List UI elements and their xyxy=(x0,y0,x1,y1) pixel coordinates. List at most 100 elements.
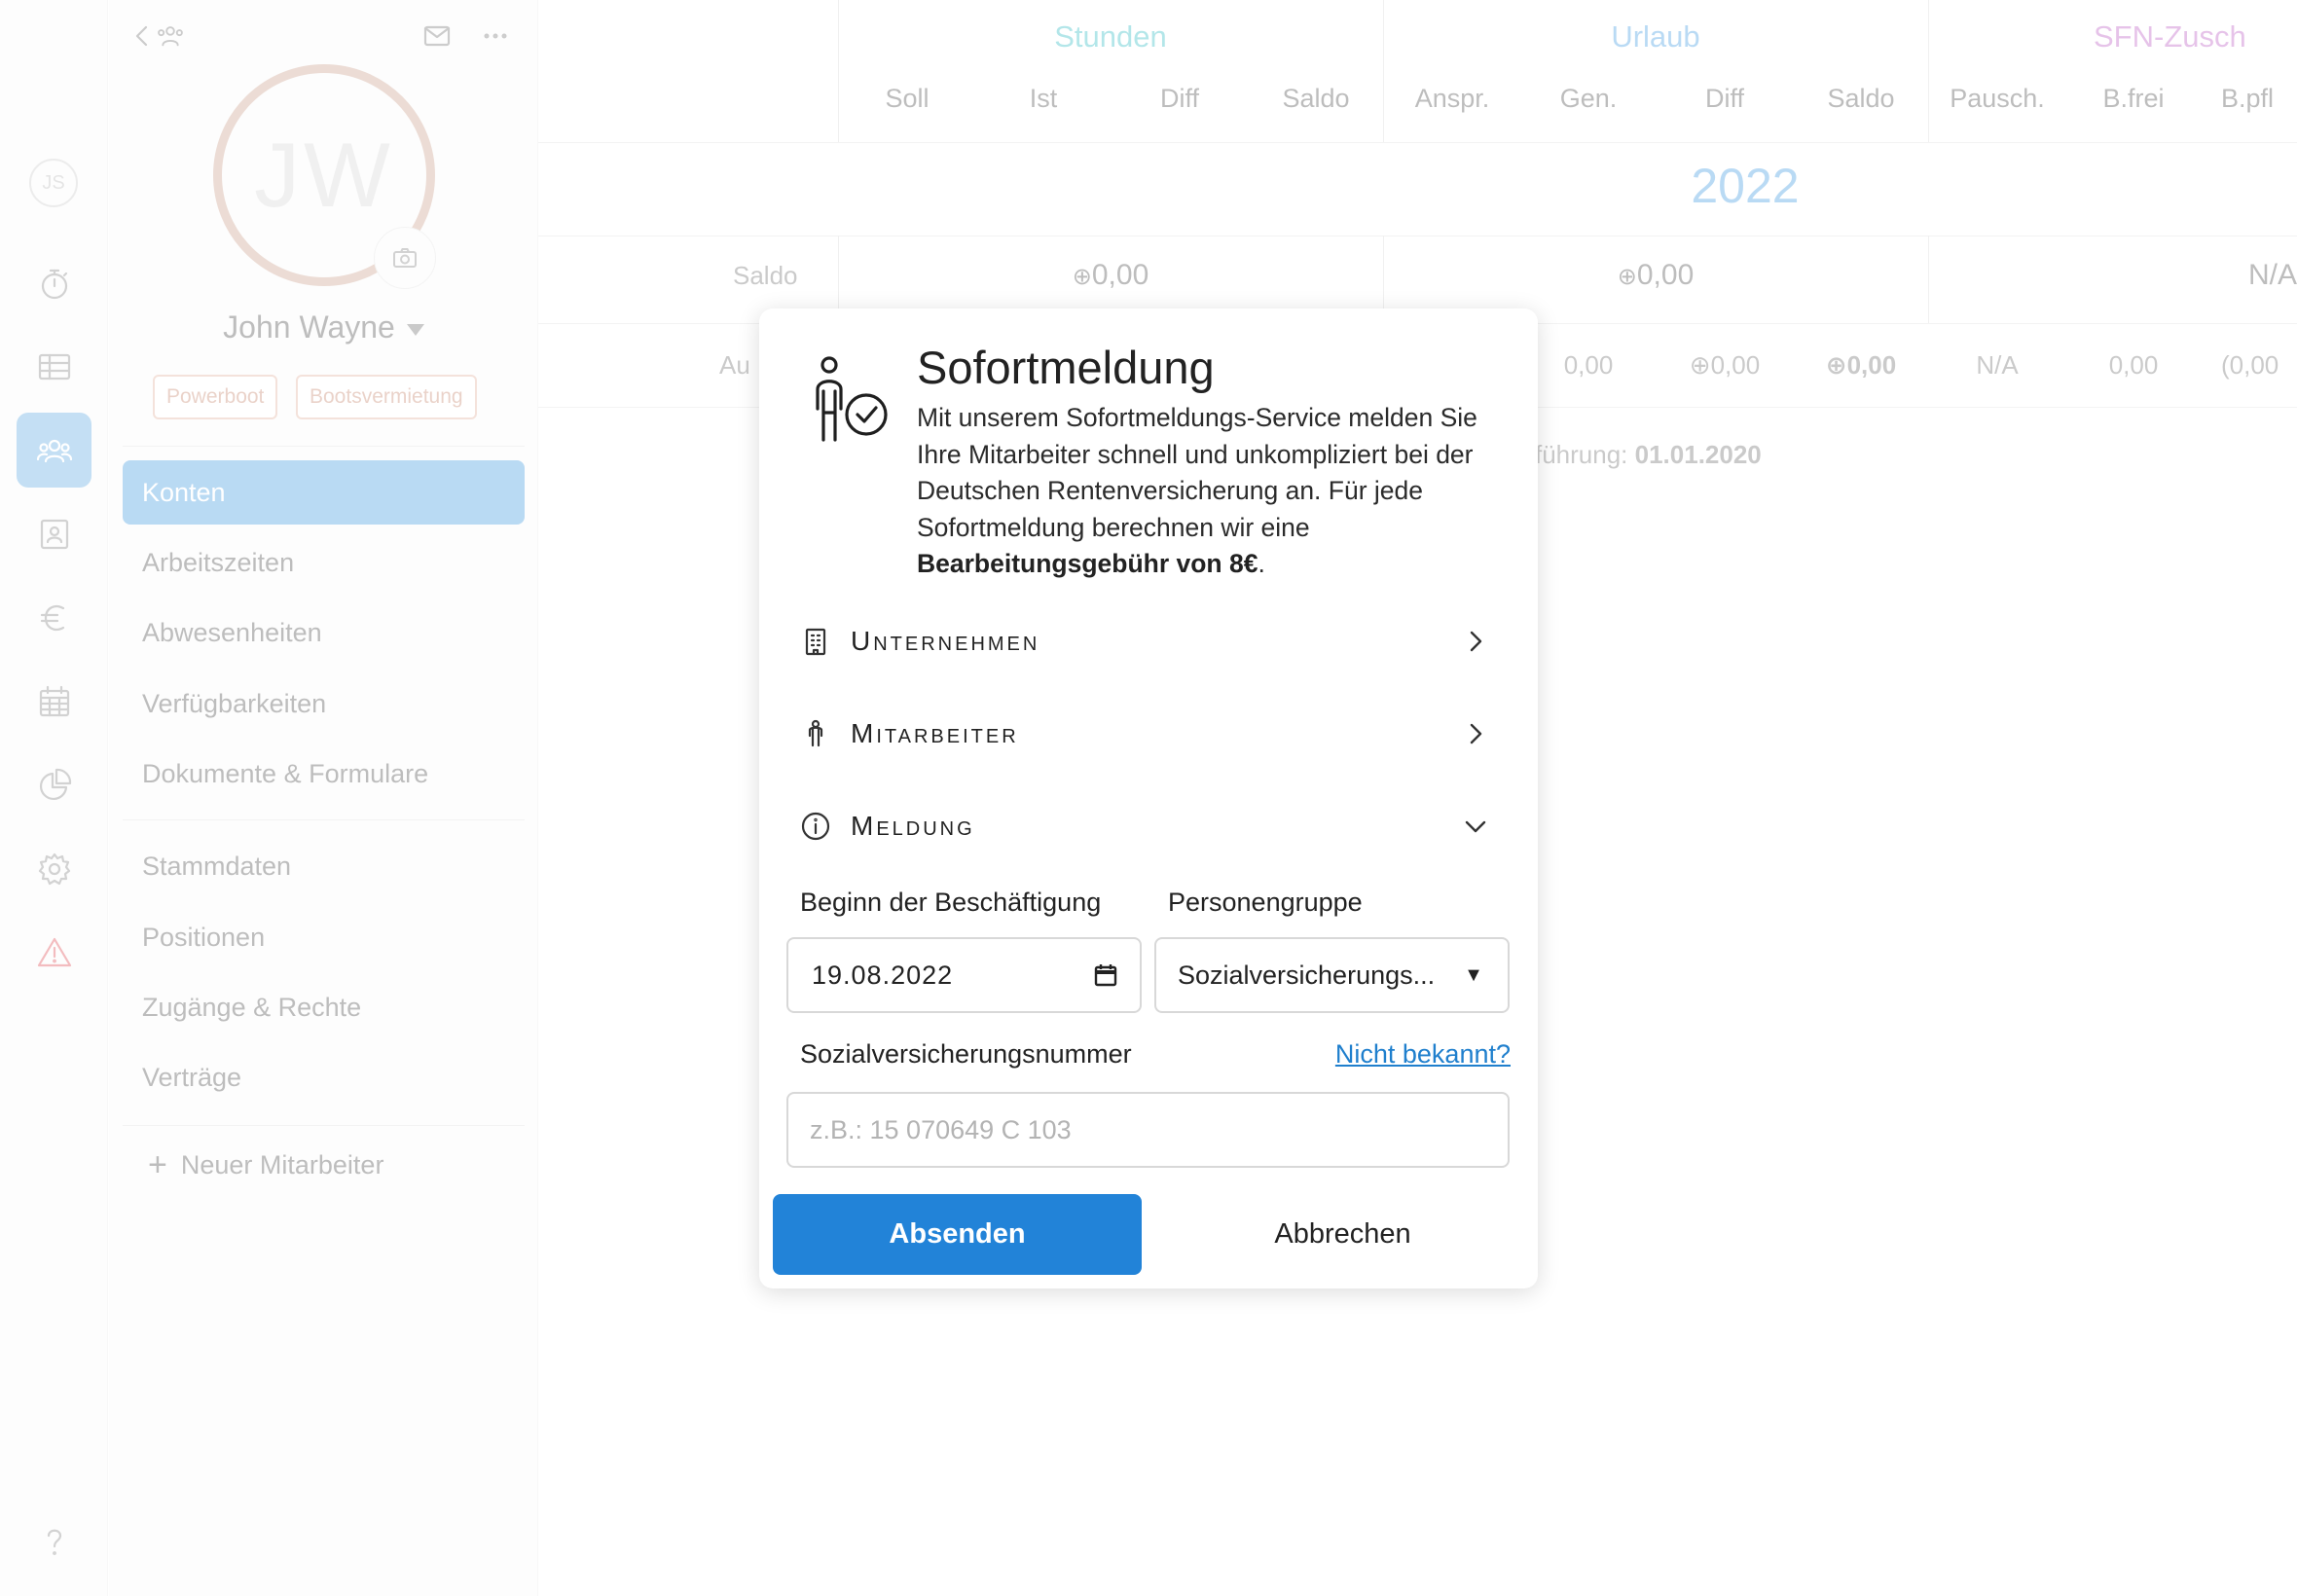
caret-down-icon xyxy=(406,323,424,336)
tag-powerboot: Powerboot xyxy=(153,375,278,419)
dialog-title: Sofortmeldung xyxy=(917,342,1215,393)
value: 0,00 xyxy=(1091,259,1149,291)
value: 0,00 xyxy=(1846,350,1897,380)
cancel-button[interactable]: Abbrechen xyxy=(1158,1194,1527,1275)
group-header-urlaub: Urlaub xyxy=(1383,19,1928,54)
svn-unknown-link[interactable]: Nicht bekannt? xyxy=(1335,1039,1511,1070)
person-group-select[interactable]: Sozialversicherungs... ▼ xyxy=(1154,937,1510,1013)
column-header[interactable]: Anspr. xyxy=(1384,84,1520,114)
nav-verfuegbarkeiten[interactable]: Verfügbarkeiten xyxy=(123,671,525,736)
saldo-urlaub: ⊕0,00 xyxy=(1383,259,1928,292)
nav-zugaenge[interactable]: Zugänge & Rechte xyxy=(123,975,525,1039)
column-header[interactable]: Diff xyxy=(1112,84,1248,114)
page: JS JW John Wayne Powerboot Bootsvermietu… xyxy=(0,0,2297,1596)
section-label: Meldung xyxy=(851,811,975,841)
column-header[interactable]: Diff xyxy=(1657,84,1793,114)
group-label: Stunden xyxy=(1054,19,1167,54)
person-icon xyxy=(798,716,833,751)
description-fee: Bearbeitungsgebühr von 8€ xyxy=(917,549,1258,578)
icon-rail: JS xyxy=(0,0,108,1596)
column-header[interactable]: Saldo xyxy=(1793,84,1929,114)
column-header[interactable]: Saldo xyxy=(1248,84,1384,114)
mail-icon[interactable] xyxy=(420,19,454,57)
plus-circle-icon: ⊕ xyxy=(1825,350,1847,380)
table-cell: 0,00 xyxy=(1563,350,1614,380)
column-header[interactable]: B.frei xyxy=(2065,84,2202,114)
plus-circle-icon: ⊕ xyxy=(1689,350,1711,380)
profile-name[interactable]: John Wayne xyxy=(109,309,538,345)
plus-circle-icon: ⊕ xyxy=(1617,264,1637,290)
column-header[interactable]: Pausch. xyxy=(1929,84,2065,114)
column-header[interactable]: Soll xyxy=(839,84,975,114)
svn-label: Sozialversicherungsnummer xyxy=(800,1039,1132,1069)
help-icon[interactable] xyxy=(17,1505,91,1579)
saldo-sfn: N/A xyxy=(2247,259,2297,291)
year-heading: 2022 xyxy=(1691,159,1800,213)
more-icon[interactable] xyxy=(479,19,512,57)
section-meldung[interactable]: Meldung xyxy=(798,795,1509,857)
gear-icon[interactable] xyxy=(17,831,91,906)
section-label: Mitarbeiter xyxy=(851,718,1019,748)
nav-dokumente[interactable]: Dokumente & Formulare xyxy=(123,742,525,806)
svn-input[interactable]: z.B.: 15 070649 C 103 xyxy=(786,1092,1510,1168)
row-label-saldo: Saldo xyxy=(733,261,798,290)
dialog-description: Mit unserem Sofortmeldungs-Service melde… xyxy=(917,400,1520,583)
calendar-icon[interactable] xyxy=(1089,959,1122,992)
new-employee-button[interactable]: + Neuer Mitarbeiter xyxy=(148,1148,383,1181)
plus-icon: + xyxy=(148,1146,167,1183)
nav-konten[interactable]: Konten xyxy=(123,460,525,525)
divider xyxy=(123,1125,525,1126)
table-icon[interactable] xyxy=(17,329,91,404)
submit-button[interactable]: Absenden xyxy=(773,1194,1142,1275)
value: 0,00 xyxy=(1636,259,1695,291)
intro-date-line: führung: 01.01.2020 xyxy=(1535,440,1762,470)
column-header[interactable]: Ist xyxy=(975,84,1112,114)
saldo-stunden: ⊕0,00 xyxy=(838,259,1383,292)
euro-icon[interactable] xyxy=(17,580,91,655)
team-icon[interactable] xyxy=(17,413,91,488)
table-cell: N/A xyxy=(1976,350,2019,380)
sofortmeldung-dialog: Sofortmeldung Mit unserem Sofortmeldungs… xyxy=(759,308,1538,1288)
info-icon xyxy=(798,809,833,844)
contact-card-icon[interactable] xyxy=(17,496,91,571)
plus-circle-icon: ⊕ xyxy=(1072,264,1092,290)
column-header[interactable]: B.pfl xyxy=(2202,84,2297,114)
row-label-partial: Au xyxy=(719,350,750,380)
employee-sidebar: JW John Wayne Powerboot Bootsvermietung … xyxy=(109,0,538,1596)
divider xyxy=(123,819,525,820)
section-unternehmen[interactable]: Unternehmen xyxy=(798,610,1509,672)
table-cell: 0,00 xyxy=(2108,350,2159,380)
table-cell: (0,00 xyxy=(2221,350,2279,380)
start-date-value: 19.08.2022 xyxy=(812,960,954,990)
table-cell: ⊕0,00 xyxy=(1657,350,1793,381)
new-employee-label: Neuer Mitarbeiter xyxy=(180,1149,384,1179)
person-group-value: Sozialversicherungs... xyxy=(1178,960,1436,990)
tag-bootsvermietung: Bootsvermietung xyxy=(296,375,477,419)
group-header-stunden: Stunden xyxy=(838,19,1383,54)
group-label: Urlaub xyxy=(1611,19,1700,54)
nav-abwesenheiten[interactable]: Abwesenheiten xyxy=(123,600,525,665)
chevron-down-icon xyxy=(1460,811,1491,842)
user-avatar[interactable]: JS xyxy=(29,159,78,207)
intro-date: 01.01.2020 xyxy=(1634,440,1762,469)
dropdown-arrow-icon: ▼ xyxy=(1464,963,1483,986)
camera-icon[interactable] xyxy=(374,227,436,289)
person-group-label: Personengruppe xyxy=(1168,888,1363,917)
column-header[interactable]: Gen. xyxy=(1520,84,1657,114)
section-mitarbeiter[interactable]: Mitarbeiter xyxy=(798,703,1509,765)
svn-placeholder: z.B.: 15 070649 C 103 xyxy=(810,1114,1072,1144)
description-text: Mit unserem Sofortmeldungs-Service melde… xyxy=(917,403,1477,542)
nav-positionen[interactable]: Positionen xyxy=(123,905,525,969)
calendar-icon[interactable] xyxy=(17,664,91,739)
group-header-sfn: SFN-Zusch xyxy=(1928,19,2297,54)
warning-icon[interactable] xyxy=(17,915,91,990)
nav-stammdaten[interactable]: Stammdaten xyxy=(123,834,525,898)
nav-arbeitszeiten[interactable]: Arbeitszeiten xyxy=(123,530,525,595)
team-icon[interactable] xyxy=(154,19,187,57)
timer-icon[interactable] xyxy=(17,245,91,320)
start-date-input[interactable]: 19.08.2022 xyxy=(786,937,1142,1013)
pie-chart-icon[interactable] xyxy=(17,747,91,822)
description-end: . xyxy=(1258,549,1265,578)
nav-vertraege[interactable]: Verträge xyxy=(123,1045,525,1109)
profile-name-text: John Wayne xyxy=(223,309,395,345)
